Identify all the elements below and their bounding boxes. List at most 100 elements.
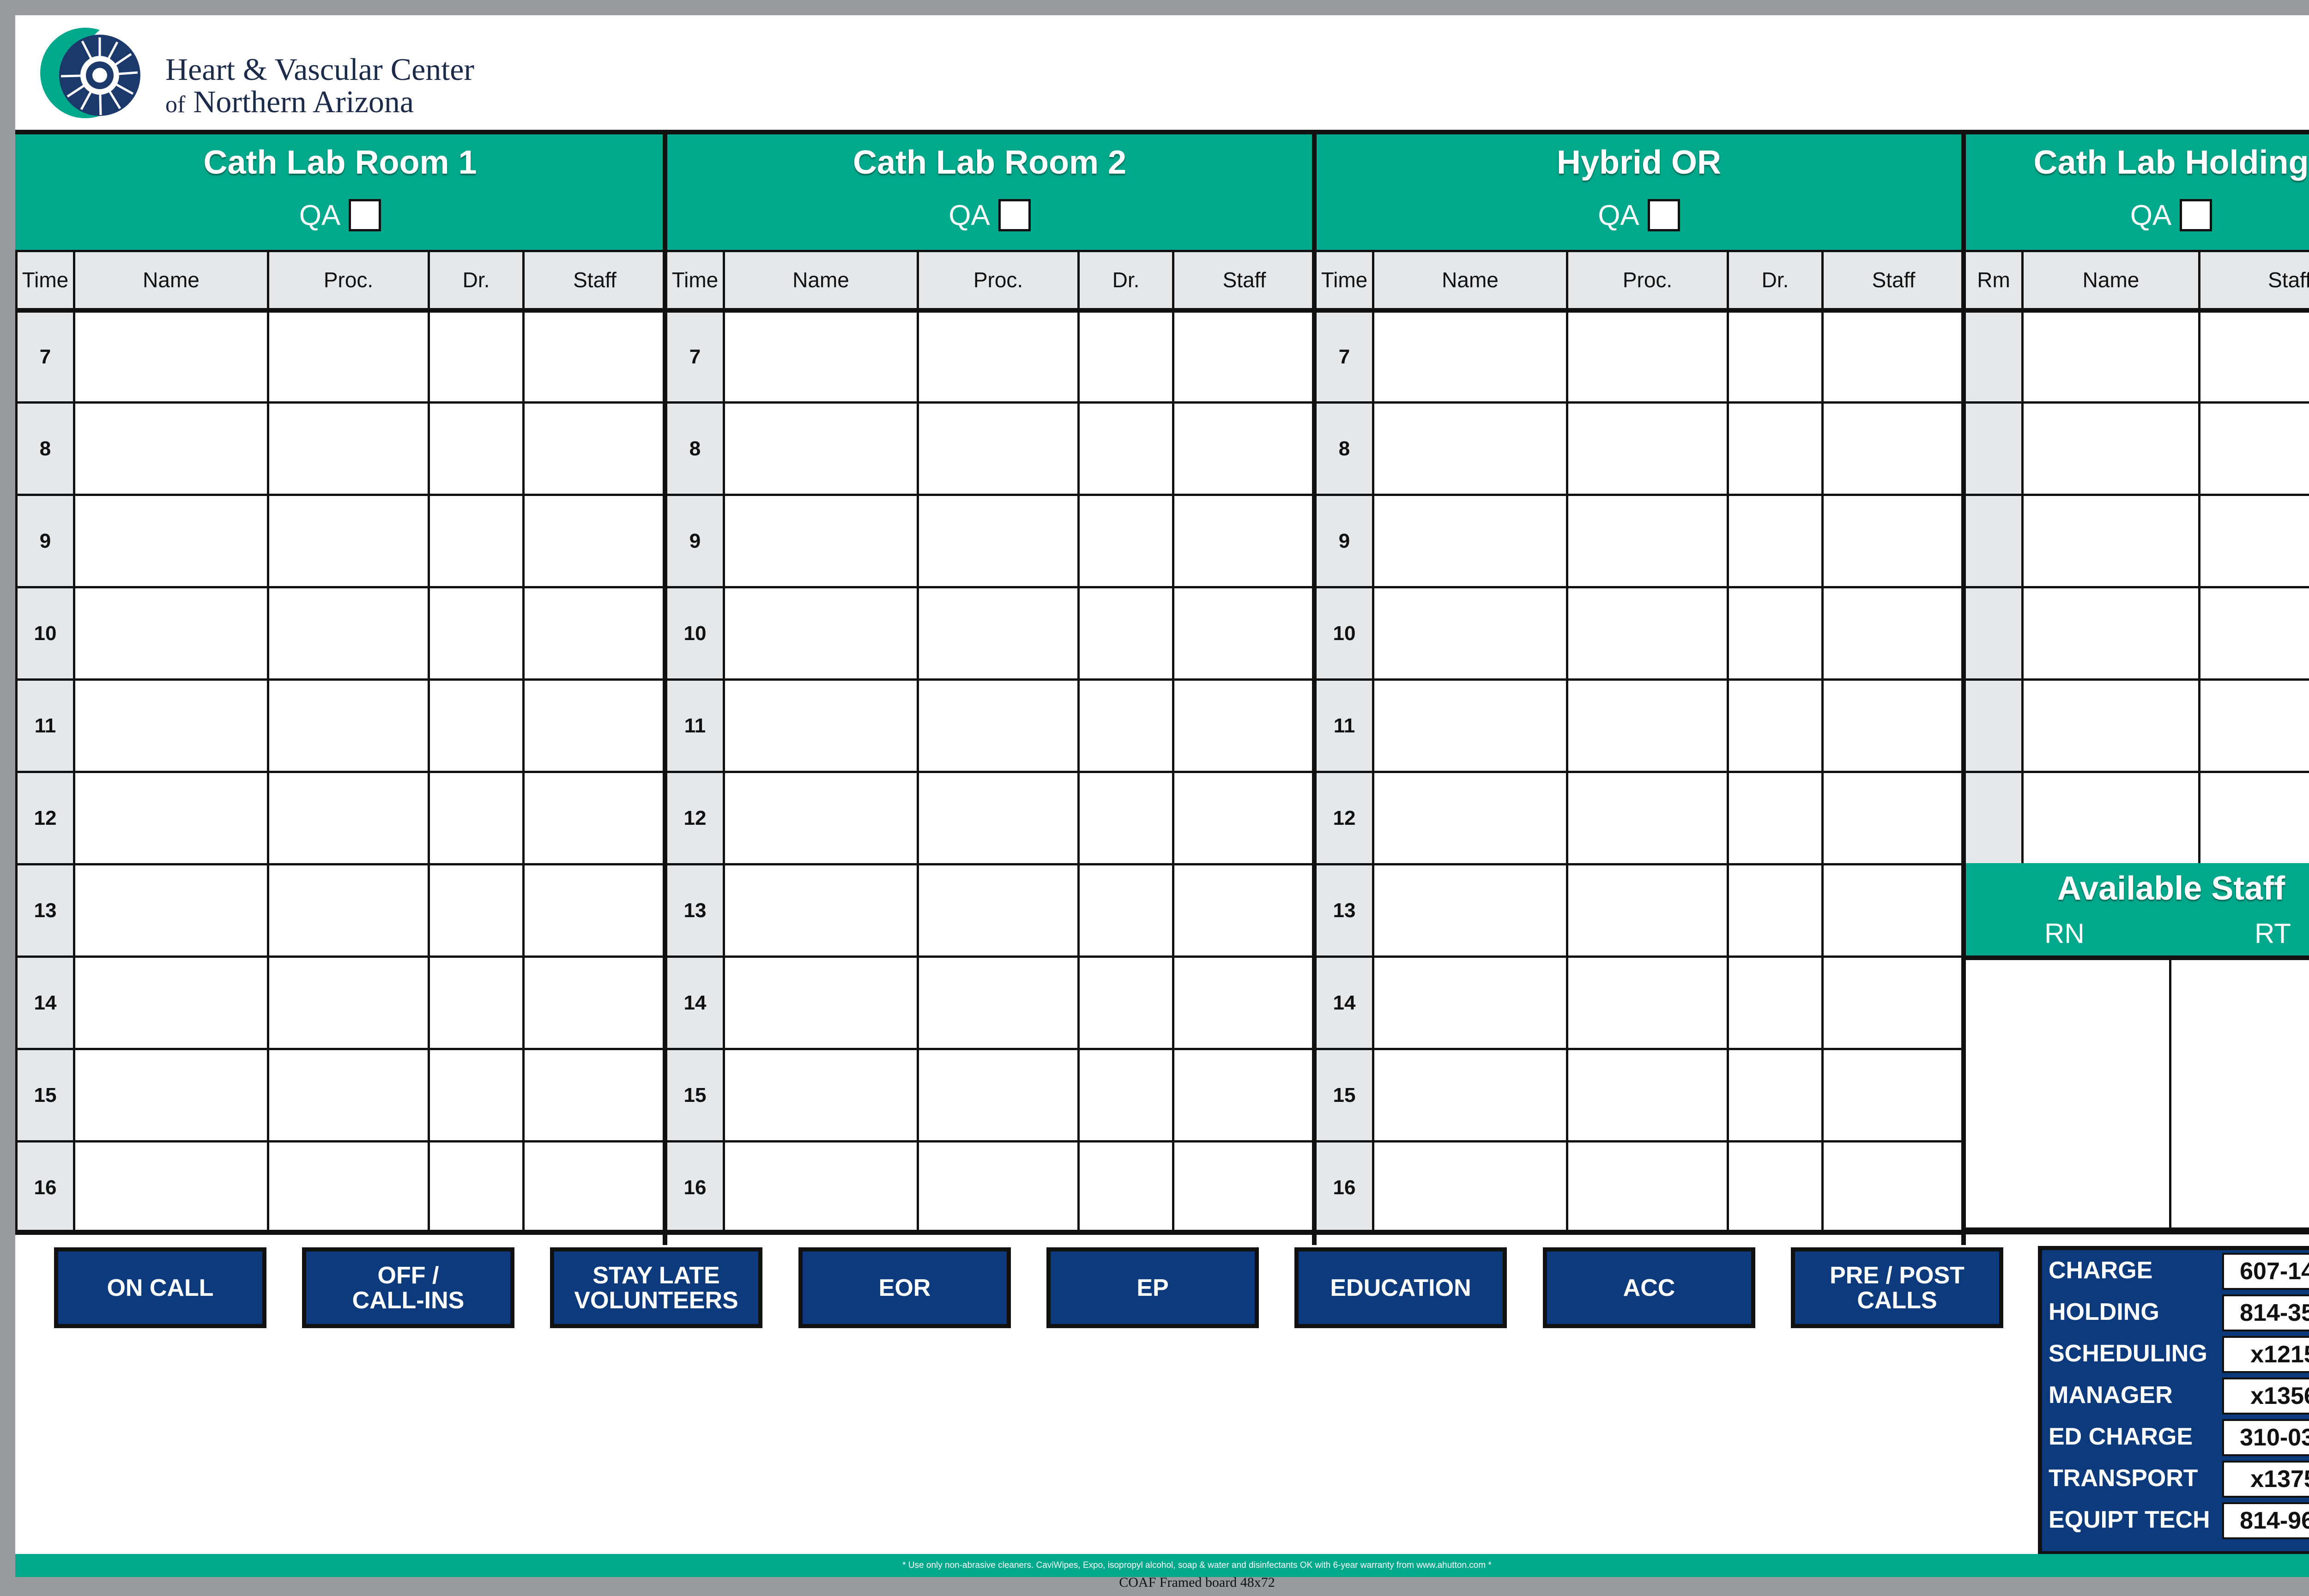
name-cell[interactable] <box>723 586 919 681</box>
name-cell[interactable] <box>73 1048 269 1143</box>
name-cell[interactable] <box>2021 678 2200 773</box>
dr-cell[interactable] <box>1077 771 1174 865</box>
dr-cell[interactable] <box>428 955 525 1050</box>
dr-cell[interactable] <box>1077 401 1174 496</box>
staff-cell[interactable] <box>1172 494 1317 588</box>
staff-cell[interactable] <box>1172 309 1317 404</box>
stay-late-volunteers-button[interactable]: STAY LATE VOLUNTEERS <box>550 1247 762 1328</box>
staff-cell[interactable] <box>522 1048 667 1143</box>
room-cell[interactable] <box>1964 678 2024 773</box>
name-cell[interactable] <box>1372 1048 1568 1143</box>
name-cell[interactable] <box>73 678 269 773</box>
dr-cell[interactable] <box>428 309 525 404</box>
staff-cell[interactable] <box>522 863 667 958</box>
staff-cell[interactable] <box>522 678 667 773</box>
name-cell[interactable] <box>723 678 919 773</box>
dr-cell[interactable] <box>428 401 525 496</box>
staff-cell[interactable] <box>1172 401 1317 496</box>
proc-cell[interactable] <box>917 401 1080 496</box>
staff-cell[interactable] <box>2198 401 2309 496</box>
staff-cell[interactable] <box>1821 678 1966 773</box>
dr-cell[interactable] <box>428 771 525 865</box>
staff-cell[interactable] <box>2198 678 2309 773</box>
name-cell[interactable] <box>2021 401 2200 496</box>
proc-cell[interactable] <box>1566 955 1729 1050</box>
dr-cell[interactable] <box>1077 586 1174 681</box>
staff-cell[interactable] <box>1172 1140 1317 1235</box>
dr-cell[interactable] <box>1727 771 1824 865</box>
staff-cell[interactable] <box>1821 401 1966 496</box>
room-cell[interactable] <box>1964 771 2024 865</box>
proc-cell[interactable] <box>267 1048 430 1143</box>
proc-cell[interactable] <box>1566 678 1729 773</box>
name-cell[interactable] <box>723 494 919 588</box>
name-cell[interactable] <box>73 494 269 588</box>
name-cell[interactable] <box>723 1048 919 1143</box>
name-cell[interactable] <box>1372 1140 1568 1235</box>
name-cell[interactable] <box>73 771 269 865</box>
staff-cell[interactable] <box>1821 771 1966 865</box>
proc-cell[interactable] <box>267 1140 430 1235</box>
proc-cell[interactable] <box>1566 586 1729 681</box>
proc-cell[interactable] <box>917 678 1080 773</box>
pre-post-calls-button[interactable]: PRE / POST CALLS <box>1791 1247 2003 1328</box>
staff-cell[interactable] <box>522 309 667 404</box>
education-button[interactable]: EDUCATION <box>1294 1247 1507 1328</box>
dr-cell[interactable] <box>1727 863 1824 958</box>
staff-cell[interactable] <box>1172 955 1317 1050</box>
dr-cell[interactable] <box>1077 955 1174 1050</box>
name-cell[interactable] <box>723 771 919 865</box>
staff-cell[interactable] <box>1172 678 1317 773</box>
staff-cell[interactable] <box>1172 863 1317 958</box>
dr-cell[interactable] <box>1727 678 1824 773</box>
name-cell[interactable] <box>1372 678 1568 773</box>
dr-cell[interactable] <box>1727 309 1824 404</box>
proc-cell[interactable] <box>1566 1140 1729 1235</box>
proc-cell[interactable] <box>917 955 1080 1050</box>
dr-cell[interactable] <box>428 586 525 681</box>
dr-cell[interactable] <box>428 678 525 773</box>
name-cell[interactable] <box>73 955 269 1050</box>
proc-cell[interactable] <box>917 586 1080 681</box>
qa-checkbox[interactable] <box>349 199 381 231</box>
staff-cell[interactable] <box>522 1140 667 1235</box>
proc-cell[interactable] <box>917 309 1080 404</box>
dr-cell[interactable] <box>1727 955 1824 1050</box>
staff-cell[interactable] <box>522 955 667 1050</box>
off-call-ins-button[interactable]: OFF / CALL-INS <box>302 1247 514 1328</box>
name-cell[interactable] <box>723 1140 919 1235</box>
proc-cell[interactable] <box>917 1048 1080 1143</box>
dr-cell[interactable] <box>1727 1140 1824 1235</box>
on-call-button[interactable]: ON CALL <box>54 1247 266 1328</box>
name-cell[interactable] <box>73 1140 269 1235</box>
eor-button[interactable]: EOR <box>798 1247 1011 1328</box>
ep-button[interactable]: EP <box>1046 1247 1259 1328</box>
staff-cell[interactable] <box>522 401 667 496</box>
staff-cell[interactable] <box>2198 494 2309 588</box>
dr-cell[interactable] <box>1727 401 1824 496</box>
proc-cell[interactable] <box>267 771 430 865</box>
qa-checkbox[interactable] <box>1647 199 1680 231</box>
dr-cell[interactable] <box>1727 494 1824 588</box>
name-cell[interactable] <box>1372 863 1568 958</box>
proc-cell[interactable] <box>267 401 430 496</box>
room-cell[interactable] <box>1964 494 2024 588</box>
dr-cell[interactable] <box>428 494 525 588</box>
dr-cell[interactable] <box>1077 863 1174 958</box>
proc-cell[interactable] <box>267 678 430 773</box>
name-cell[interactable] <box>1372 771 1568 865</box>
staff-cell[interactable] <box>1821 494 1966 588</box>
rn-staff-area[interactable] <box>1964 955 2171 1230</box>
proc-cell[interactable] <box>917 1140 1080 1235</box>
dr-cell[interactable] <box>1077 494 1174 588</box>
staff-cell[interactable] <box>1172 1048 1317 1143</box>
staff-cell[interactable] <box>1821 1048 1966 1143</box>
name-cell[interactable] <box>1372 494 1568 588</box>
proc-cell[interactable] <box>1566 309 1729 404</box>
staff-cell[interactable] <box>522 586 667 681</box>
staff-cell[interactable] <box>1821 586 1966 681</box>
proc-cell[interactable] <box>917 771 1080 865</box>
proc-cell[interactable] <box>267 309 430 404</box>
proc-cell[interactable] <box>1566 494 1729 588</box>
dr-cell[interactable] <box>428 863 525 958</box>
